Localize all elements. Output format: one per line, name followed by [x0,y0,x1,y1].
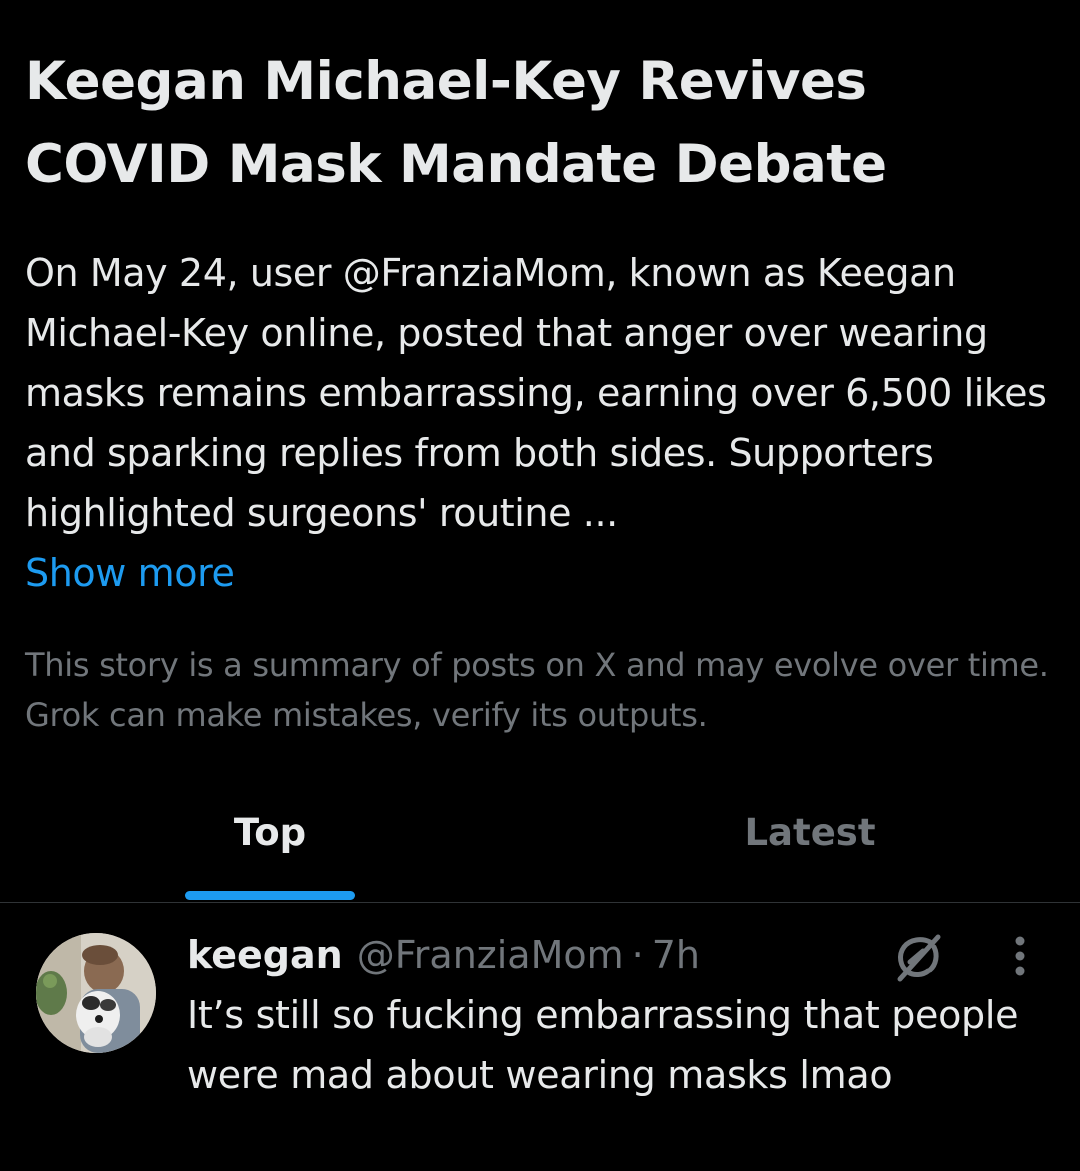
post[interactable]: keegan @FranziaMom · 7h It’s still so fu… [0,903,1080,1171]
post-text: It’s still so fucking embarrassing that … [187,993,1019,1097]
post-time[interactable]: 7h [652,925,700,985]
story-disclaimer: This story is a summary of posts on X an… [25,646,1049,734]
grok-icon[interactable] [890,929,946,985]
avatar-image [36,933,156,1053]
separator-dot: · [631,933,644,977]
tab-top[interactable]: Top [0,795,540,902]
tab-latest-label: Latest [744,811,876,854]
tab-top-label: Top [233,811,307,854]
user-handle[interactable]: @FranziaMom [357,925,624,985]
tab-latest[interactable]: Latest [540,795,1080,902]
show-more-link[interactable]: Show more [25,543,235,603]
more-vertical-icon[interactable] [1000,931,1040,981]
story-summary: On May 24, user @FranziaMom, known as Ke… [25,251,1047,535]
story-title: Keegan Michael-Key Revives COVID Mask Ma… [25,51,887,195]
avatar[interactable] [36,933,156,1053]
display-name[interactable]: keegan [187,925,343,985]
post-tabs: Top Latest [0,795,1080,903]
post-header: keegan @FranziaMom · 7h [187,925,700,985]
story-summary-block: On May 24, user @FranziaMom, known as Ke… [25,243,1065,603]
active-tab-indicator [185,891,355,900]
